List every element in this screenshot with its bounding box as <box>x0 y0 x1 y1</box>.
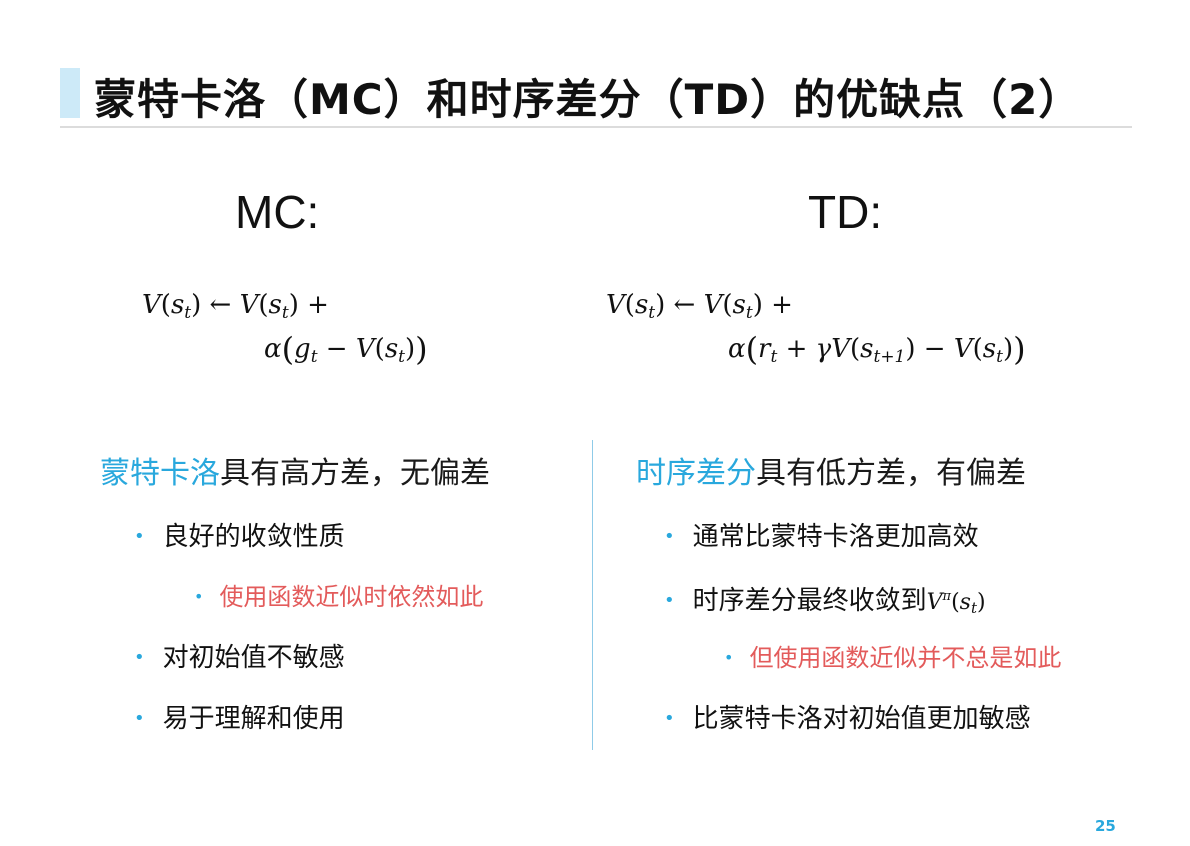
mc-summary-rest: 具有高方差，无偏差 <box>220 456 490 491</box>
td-summary: 时序差分具有低方差，有偏差 <box>636 448 1026 492</box>
bullet-icon: • <box>664 526 675 547</box>
list-item: • 时序差分最终收敛到Vπ(st) <box>664 586 986 617</box>
mc-summary: 蒙特卡洛具有高方差，无偏差 <box>100 448 490 492</box>
bullet-icon: • <box>724 648 734 667</box>
bullet-icon: • <box>134 526 145 547</box>
column-divider <box>592 440 593 750</box>
mc-summary-highlight: 蒙特卡洛 <box>100 456 220 491</box>
td-summary-rest: 具有低方差，有偏差 <box>756 456 1026 491</box>
inline-formula-v-pi: Vπ(st) <box>926 589 986 617</box>
list-item: • 良好的收敛性质 <box>134 522 345 552</box>
list-item-sub: • 但使用函数近似并不总是如此 <box>724 644 1062 672</box>
bullet-icon: • <box>664 708 675 729</box>
mc-formula-line-2: α(gt − V(st)) <box>264 330 428 368</box>
bullet-icon: • <box>134 647 145 668</box>
bullet-icon: • <box>134 708 145 729</box>
list-item-sub: • 使用函数近似时依然如此 <box>194 583 484 611</box>
list-item: • 对初始值不敏感 <box>134 643 345 673</box>
list-item: • 比蒙特卡洛对初始值更加敏感 <box>664 704 1031 734</box>
td-formula-line-1: V(st) ← V(st) + <box>606 290 793 323</box>
bullet-icon: • <box>194 587 204 606</box>
title-underline <box>60 126 1132 128</box>
td-summary-highlight: 时序差分 <box>636 456 756 491</box>
mc-formula-line-1: V(st) ← V(st) + <box>142 290 329 323</box>
td-heading: TD: <box>808 186 883 238</box>
page-number: 25 <box>1095 817 1116 835</box>
title-accent-block <box>60 68 80 118</box>
list-item: • 易于理解和使用 <box>134 704 345 734</box>
bullet-icon: • <box>664 590 675 611</box>
mc-heading: MC: <box>235 186 320 238</box>
slide-title: 蒙特卡洛（MC）和时序差分（TD）的优缺点（2） <box>94 75 1082 124</box>
list-item: • 通常比蒙特卡洛更加高效 <box>664 522 979 552</box>
td-formula-line-2: α(rt + γV(st+1) − V(st)) <box>728 330 1026 368</box>
